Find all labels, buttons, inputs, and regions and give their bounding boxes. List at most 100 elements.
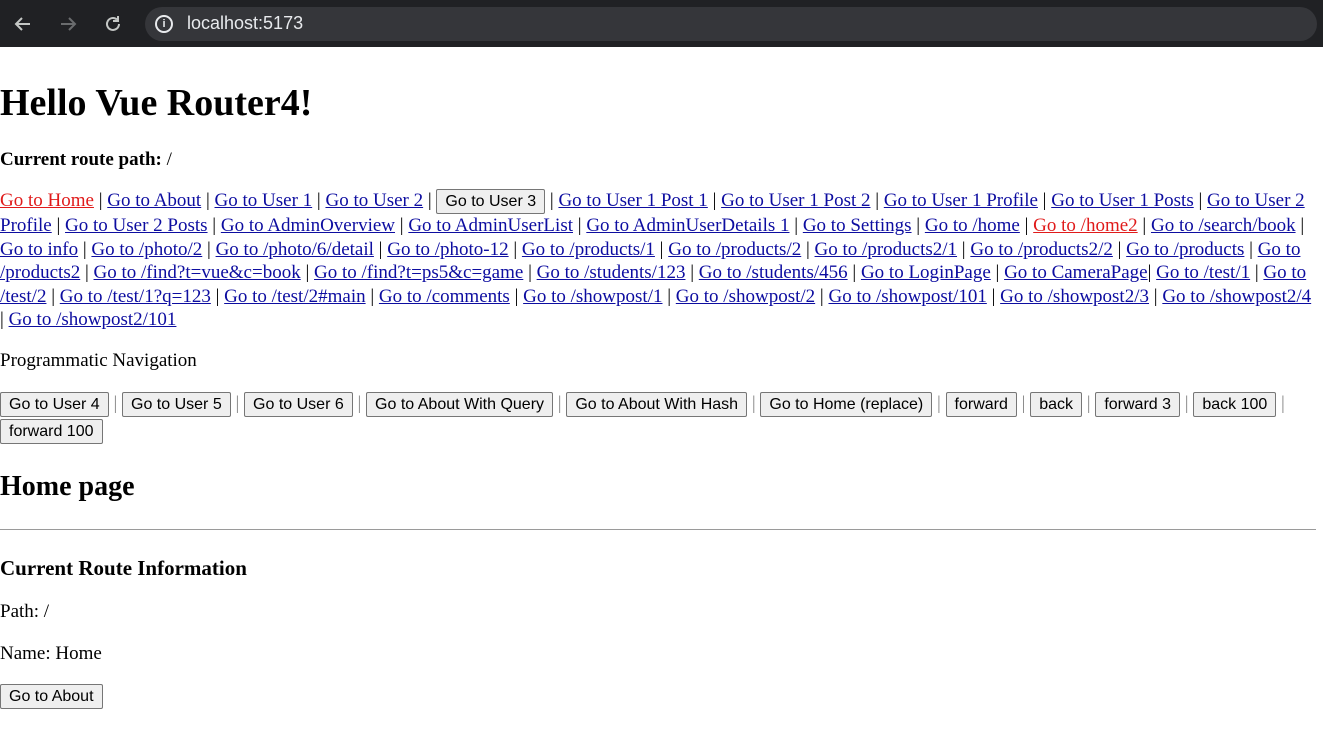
nav-links: Go to Home | Go to About | Go to User 1 … xyxy=(0,189,1318,332)
go-to-about-with-hash-button[interactable]: Go to About With Hash xyxy=(566,391,748,417)
separator: | xyxy=(1024,215,1029,236)
link-go-to-photo-6-detail[interactable]: Go to /photo/6/detail xyxy=(216,239,374,260)
separator: | xyxy=(98,190,103,211)
link-go-to-home[interactable]: Go to /home xyxy=(925,215,1020,236)
link-go-to-products2-1[interactable]: Go to /products2/1 xyxy=(815,239,958,260)
link-go-to-user-1-post-2[interactable]: Go to User 1 Post 2 xyxy=(721,190,870,211)
link-go-to-find-t-vue-c-book[interactable]: Go to /find?t=vue&c=book xyxy=(94,262,301,283)
link-go-to-user-1-posts[interactable]: Go to User 1 Posts xyxy=(1051,190,1194,211)
link-go-to-products[interactable]: Go to /products xyxy=(1126,239,1244,260)
separator: | xyxy=(82,238,87,260)
toolbar-divider xyxy=(0,47,1323,53)
link-go-to-showpost2-3[interactable]: Go to /showpost2/3 xyxy=(1000,286,1149,307)
link-go-to-user-2-posts[interactable]: Go to User 2 Posts xyxy=(65,215,208,236)
go-to-about-with-query-button[interactable]: Go to About With Query xyxy=(366,391,554,417)
link-go-to-user-2[interactable]: Go to User 2 xyxy=(325,190,423,211)
current-route-line: Current route path: / xyxy=(0,149,1323,171)
separator: | xyxy=(1147,262,1152,283)
link-go-to-loginpage[interactable]: Go to LoginPage xyxy=(861,262,991,283)
back-button[interactable]: back xyxy=(1030,391,1083,417)
separator: | xyxy=(316,190,321,211)
go-to-about-button[interactable]: Go to About xyxy=(0,683,103,709)
link-go-to-search-book[interactable]: Go to /search/book xyxy=(1151,215,1296,236)
go-to-user-4-button[interactable]: Go to User 4 xyxy=(0,391,109,417)
back-100-button[interactable]: back 100 xyxy=(1193,391,1277,417)
separator: | xyxy=(514,285,519,307)
link-go-to-about[interactable]: Go to About xyxy=(107,190,201,211)
separator: | xyxy=(1142,215,1147,236)
separator: | xyxy=(1153,285,1158,307)
separator: | xyxy=(207,238,211,260)
page-content: Hello Vue Router4! Current route path: /… xyxy=(0,81,1323,709)
separator: | xyxy=(212,215,217,236)
separator: | xyxy=(513,238,518,260)
current-route-label: Current route path: xyxy=(0,149,162,170)
separator: | xyxy=(1281,392,1285,414)
link-go-to-info[interactable]: Go to info xyxy=(0,239,78,260)
link-go-to-user-1-post-1[interactable]: Go to User 1 Post 1 xyxy=(558,190,707,211)
link-go-to-user-1[interactable]: Go to User 1 xyxy=(215,190,313,211)
link-go-to-test-2-main[interactable]: Go to /test/2#main xyxy=(224,286,365,307)
separator: | xyxy=(113,392,118,414)
forward-arrow-icon[interactable] xyxy=(51,7,85,41)
link-go-to-test-1[interactable]: Go to /test/1 xyxy=(1156,262,1250,283)
page-title: Hello Vue Router4! xyxy=(0,82,313,124)
link-go-to-home[interactable]: Go to Home xyxy=(0,190,94,211)
go-to-user-5-button[interactable]: Go to User 5 xyxy=(122,391,231,417)
separator: | xyxy=(577,215,582,236)
reload-icon[interactable] xyxy=(96,7,130,41)
go-to-user-3-button[interactable]: Go to User 3 xyxy=(436,189,546,214)
forward-3-button[interactable]: forward 3 xyxy=(1095,391,1181,417)
link-go-to-adminuserdetails-1[interactable]: Go to AdminUserDetails 1 xyxy=(586,215,789,236)
link-go-to-camerapage[interactable]: Go to CameraPage xyxy=(1004,262,1148,283)
forward-button[interactable]: forward xyxy=(945,391,1017,417)
separator: | xyxy=(1042,190,1047,211)
go-to-home-replace-button[interactable]: Go to Home (replace) xyxy=(760,391,933,417)
separator: | xyxy=(794,215,799,236)
link-go-to-photo-2[interactable]: Go to /photo/2 xyxy=(91,239,202,260)
link-go-to-user-1-profile[interactable]: Go to User 1 Profile xyxy=(884,190,1038,211)
link-go-to-home2[interactable]: Go to /home2 xyxy=(1033,215,1138,236)
current-route-value: / xyxy=(166,149,172,170)
separator: | xyxy=(819,285,824,307)
url-text[interactable]: localhost:5173 xyxy=(187,13,303,34)
link-go-to-adminuserlist[interactable]: Go to AdminUserList xyxy=(408,215,573,236)
link-go-to-products2-2[interactable]: Go to /products2/2 xyxy=(970,239,1113,260)
separator: | xyxy=(961,238,966,260)
link-go-to-showpost-1[interactable]: Go to /showpost/1 xyxy=(523,286,662,307)
separator: | xyxy=(875,190,880,211)
go-to-user-6-button[interactable]: Go to User 6 xyxy=(244,391,353,417)
link-go-to-test-1-q-123[interactable]: Go to /test/1?q=123 xyxy=(60,286,211,307)
link-go-to-products-2[interactable]: Go to /products/2 xyxy=(668,239,801,260)
separator: | xyxy=(936,392,941,414)
link-go-to-photo-12[interactable]: Go to /photo-12 xyxy=(387,239,508,260)
link-go-to-showpost2-4[interactable]: Go to /showpost2/4 xyxy=(1162,286,1311,307)
link-go-to-students-123[interactable]: Go to /students/123 xyxy=(537,262,686,283)
separator: | xyxy=(235,392,240,414)
link-go-to-products-1[interactable]: Go to /products/1 xyxy=(522,239,655,260)
link-go-to-settings[interactable]: Go to Settings xyxy=(803,215,912,236)
separator: | xyxy=(399,215,404,236)
separator: | xyxy=(215,285,220,307)
separator: | xyxy=(995,262,1000,283)
separator: | xyxy=(1021,392,1026,414)
link-go-to-showpost2-101[interactable]: Go to /showpost2/101 xyxy=(9,309,177,330)
link-go-to-showpost-2[interactable]: Go to /showpost/2 xyxy=(676,286,815,307)
separator: | xyxy=(528,262,532,283)
link-go-to-showpost-101[interactable]: Go to /showpost/101 xyxy=(828,286,986,307)
separator: | xyxy=(1249,238,1253,260)
address-bar[interactable]: i localhost:5173 xyxy=(145,6,1317,41)
link-go-to-find-t-ps5-c-game[interactable]: Go to /find?t=ps5&c=game xyxy=(314,262,523,283)
separator: | xyxy=(0,309,4,330)
link-go-to-comments[interactable]: Go to /comments xyxy=(379,286,510,307)
forward-100-button[interactable]: forward 100 xyxy=(0,418,103,444)
info-icon[interactable]: i xyxy=(155,14,173,33)
divider xyxy=(0,528,1316,530)
separator: | xyxy=(1254,262,1259,283)
link-go-to-students-456[interactable]: Go to /students/456 xyxy=(699,262,848,283)
separator: | xyxy=(557,392,562,414)
separator: | xyxy=(712,190,717,211)
link-go-to-adminoverview[interactable]: Go to AdminOverview xyxy=(221,215,395,236)
back-arrow-icon[interactable] xyxy=(6,7,40,41)
browser-toolbar: i localhost:5173 xyxy=(0,0,1323,47)
